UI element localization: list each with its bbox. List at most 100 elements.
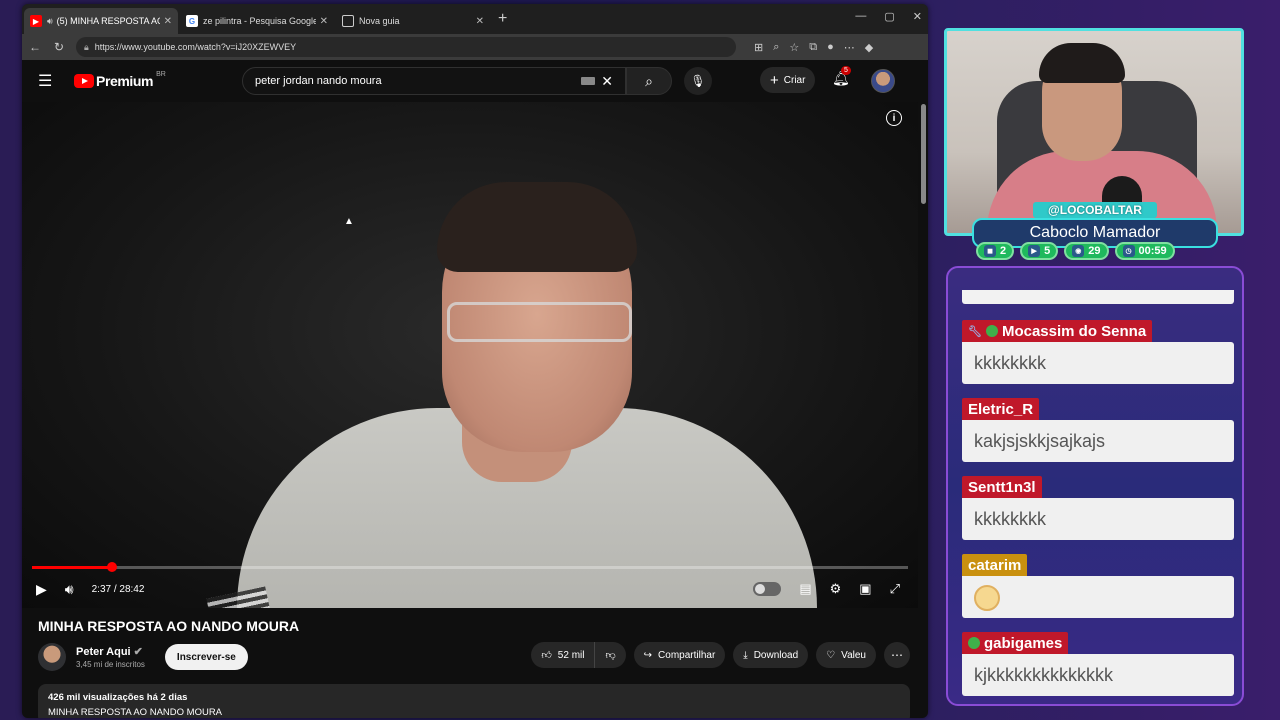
close-icon[interactable]: ✕ [476,16,484,27]
extensions-icon[interactable]: ⧉ [809,41,817,54]
lock-icon[interactable]: 🔒︎ [84,42,89,53]
voice-search-button[interactable]: 🎙︎ [684,67,712,95]
scrubber-handle[interactable] [106,562,117,572]
plus-icon: + [770,71,779,89]
keyboard-icon[interactable] [581,77,596,85]
sub-badge-icon [968,637,980,649]
settings-icon[interactable]: ⚙ [830,581,842,597]
like-button[interactable]: 👍︎ 52 mil [531,642,596,668]
info-icon[interactable]: i [886,110,902,126]
tab-google[interactable]: G ze pilintra - Pesquisa Google ✕ [180,8,334,34]
chat-message: catarim [962,554,1234,618]
like-group: 👍︎ 52 mil 👎︎ [531,642,626,668]
more-actions-button[interactable]: ⋯ [884,642,910,668]
youtube-icon: ▶ [30,15,42,27]
chat-username: 🔧︎ Mocassim do Senna [962,320,1153,342]
toolbar-icons: ⊞ ⌕ ☆ ⧉ ● ⋯ ◆ [754,41,873,54]
progress-bar[interactable] [32,562,908,572]
notifications-button[interactable]: 🔔︎ 5 [832,66,851,87]
channel-name[interactable]: Peter Aqui [76,646,131,658]
sub-badge-icon [985,325,998,337]
miniplayer-icon[interactable]: ▣ [859,581,871,597]
chat-message: Eletric_R kakjsjskkjsajkajs [962,398,1234,462]
clear-icon[interactable]: ✕ [601,73,613,90]
action-bar: 👍︎ 52 mil 👎︎ ↪ Compartilhar ⤓ Download ♡ Val… [531,642,910,668]
url-bar[interactable]: 🔒︎ https://www.youtube.com/watch?v=iJ20X… [76,37,736,57]
speaker-icon[interactable]: 🔊︎ [47,16,53,27]
star-icon[interactable]: ☆ [789,41,799,54]
autoplay-toggle[interactable] [753,582,782,596]
stat-value: 00:59 [1138,245,1167,257]
tab-new[interactable]: Nova guia ✕ [336,8,490,34]
menu-dots-icon[interactable]: ⋯ [844,41,855,54]
search-button[interactable]: ⌕ [626,67,672,95]
progress-fill [32,566,112,569]
captions-icon[interactable]: ▤ [799,581,811,597]
description-box[interactable]: 426 mil visualizações há 2 dias MINHA RE… [38,684,910,718]
close-window-icon[interactable]: ✕ [913,10,922,23]
channel-info: Peter Aqui ✔ 3,45 mi de inscritos [76,645,145,669]
fullscreen-icon[interactable]: ⤢ [890,581,900,597]
view-count: 426 mil visualizações [48,692,145,703]
share-label: Compartilhar [658,649,716,661]
thanks-button[interactable]: ♡ Valeu [816,642,876,668]
twitch-icon: ◼ [984,245,996,257]
zoom-icon[interactable]: ⌕ [773,41,779,54]
anime-face-emote [974,585,1000,612]
menu-icon[interactable]: ☰ [38,71,58,91]
stat-value: 29 [1088,245,1101,257]
reload-icon[interactable]: ↻ [52,40,66,54]
like-count: 52 mil [557,649,585,661]
maximize-icon[interactable]: ▢ [884,10,894,23]
create-button[interactable]: + Criar [760,67,816,93]
username-text: gabigames [984,634,1063,652]
stream-stats: ◼ 2 ▶ 5 ◉ 29 ◷ 00:59 [976,242,1175,260]
channel-avatar[interactable] [38,643,66,671]
copilot-icon[interactable]: ◆ [865,41,873,54]
minimize-icon[interactable]: — [855,10,866,23]
notification-count: 5 [841,66,851,75]
tab-youtube[interactable]: ▶ 🔊︎ (5) MINHA RESPOSTA AO NANDO MOURA ✕ [24,8,178,34]
window-controls: — ▢ ✕ [855,10,922,23]
profile-icon[interactable]: ● [827,41,834,54]
chat-text: kkkkkkkk [962,342,1234,384]
video-player[interactable]: i ▲ ▶ 🔊︎ 2:37 / 28:42 ▤ ⚙ ▣ ⤢ [22,102,918,608]
kick-icon: ◉ [1072,245,1085,257]
username-text: Sentt1n3l [968,478,1036,496]
chat-text: kkkkkkkk [962,498,1234,540]
apps-icon[interactable]: ⊞ [754,41,763,54]
avatar[interactable] [871,69,895,93]
download-icon: ⤓ [743,649,748,661]
chat-username: gabigames [962,632,1069,654]
mouse-cursor-icon: ▲ [344,216,354,227]
play-icon[interactable]: ▶ [36,581,47,598]
description-text: MINHA RESPOSTA AO NANDO MOURA [48,707,223,718]
volume-icon[interactable]: 🔊︎ [65,581,74,598]
clock-icon: ◷ [1122,245,1135,257]
dislike-button[interactable]: 👎︎ [595,642,626,668]
new-tab-button[interactable]: + [498,10,507,28]
close-icon[interactable]: ✕ [164,16,172,27]
verified-icon: ✔ [133,646,143,658]
more-icon: ⋯ [891,648,903,662]
username-text: catarim [968,556,1022,574]
search-input[interactable]: peter jordan nando moura ✕ [242,67,626,95]
youtube-header: ☰ Premium BR peter jordan nando moura ✕ … [22,60,928,102]
download-button[interactable]: ⤓ Download [733,642,809,668]
youtube-logo[interactable]: Premium BR [74,71,166,89]
streamer-handle: @LOCOBALTAR [1033,202,1157,218]
scrollbar[interactable] [921,104,926,204]
chat-text: kakjsjskkjsajkajs [962,420,1234,462]
wrench-icon: 🔧︎ [968,325,982,338]
browser-window: ▶ 🔊︎ (5) MINHA RESPOSTA AO NANDO MOURA ✕… [22,4,928,718]
stat-clock: ◷ 00:59 [1114,242,1175,260]
subscribe-button[interactable]: Inscrever-se [164,644,248,670]
logo-text: Premium [96,73,154,89]
close-icon[interactable]: ✕ [320,16,328,27]
back-icon[interactable]: ← [28,40,42,54]
stat-kick: ◉ 29 [1064,242,1109,260]
share-button[interactable]: ↪ Compartilhar [633,642,726,668]
subscriber-count: 3,45 mi de inscritos [76,660,145,669]
download-label: Download [753,649,799,661]
youtube-page: ☰ Premium BR peter jordan nando moura ✕ … [22,60,928,718]
